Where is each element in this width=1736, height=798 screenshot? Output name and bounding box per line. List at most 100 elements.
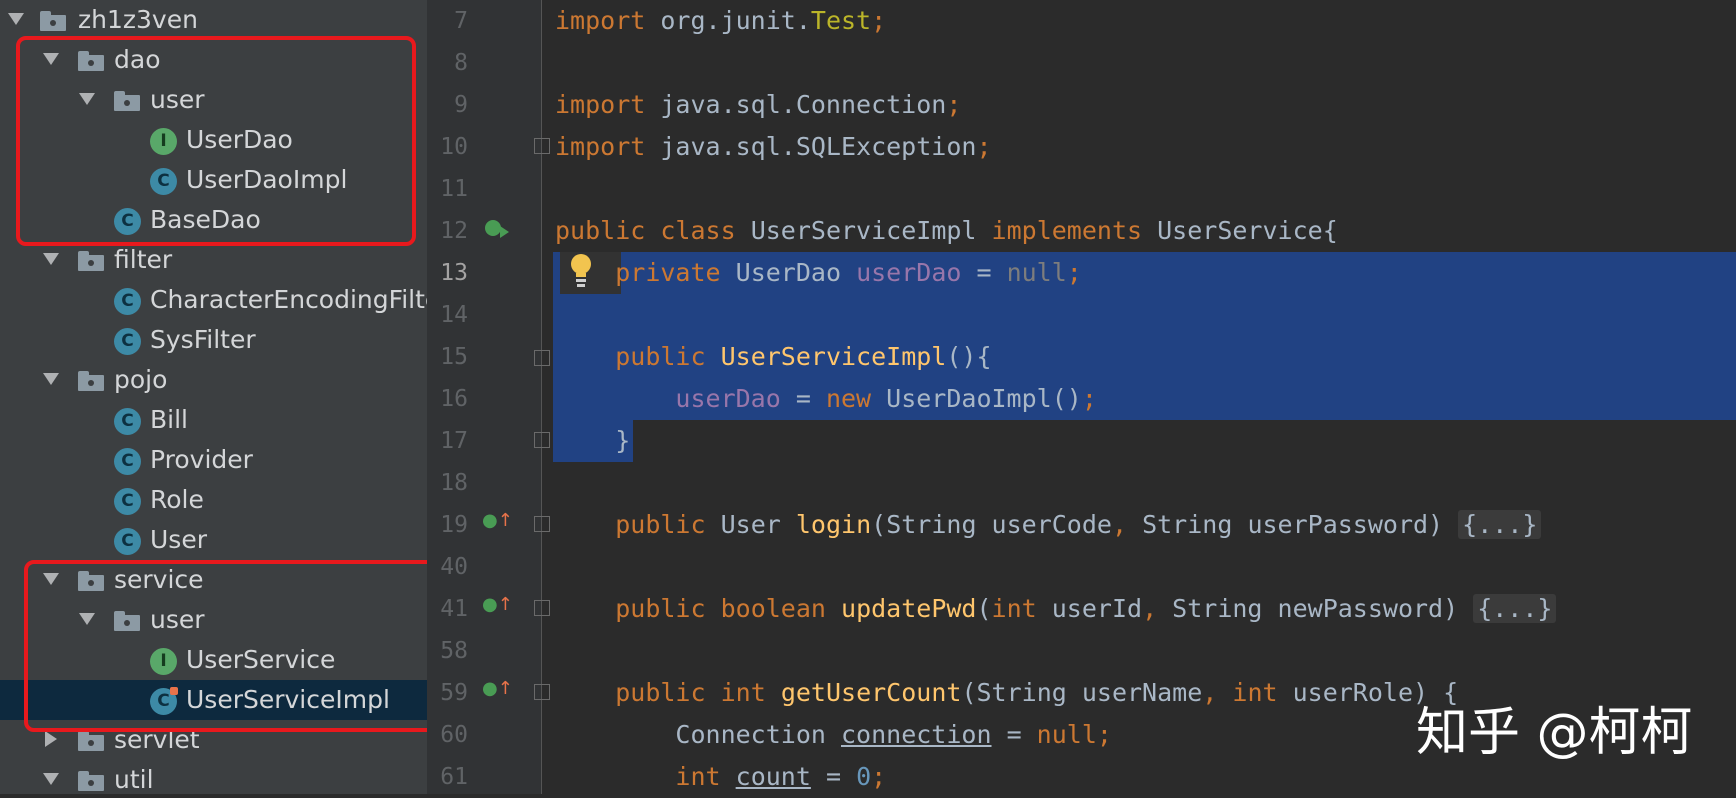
run-class-icon[interactable] (484, 218, 510, 244)
code-semicolon: ; (871, 6, 887, 35)
tree-item-label: filter (114, 245, 173, 274)
fold-marker-icon[interactable] (534, 432, 550, 448)
code-text: (String userCode (871, 510, 1112, 539)
code-line-15[interactable]: public UserServiceImpl(){ (555, 336, 991, 378)
tree-item-filter[interactable]: filter (0, 240, 427, 280)
code-text: ( (976, 594, 992, 623)
code-operator: = (780, 384, 826, 413)
tree-item-user-class[interactable]: C User (0, 520, 427, 560)
tree-item-label: pojo (114, 365, 168, 394)
code-keyword: private (615, 258, 721, 287)
folded-code-block[interactable]: {...} (1458, 510, 1542, 539)
package-folder-icon (40, 11, 66, 31)
implements-method-icon[interactable]: ●↑ (482, 594, 513, 615)
code-type: UserDao (735, 258, 841, 287)
code-line-19[interactable]: public User login(String userCode, Strin… (555, 504, 1542, 546)
class-icon: C (114, 448, 141, 475)
chevron-down-icon[interactable] (8, 13, 24, 25)
line-number: 60 (440, 722, 468, 748)
chevron-down-icon[interactable] (43, 373, 59, 385)
package-folder-icon (78, 251, 104, 271)
code-line-17[interactable]: } (555, 420, 630, 462)
code-keyword: import (555, 6, 646, 35)
code-text: UserDaoImpl() (871, 384, 1082, 413)
fold-marker-icon[interactable] (534, 350, 550, 366)
fold-marker-icon[interactable] (534, 138, 550, 154)
line-number: 59 (440, 680, 468, 706)
code-number: 0 (856, 762, 872, 791)
code-keyword: public (615, 342, 706, 371)
code-semicolon: ; (1066, 258, 1082, 287)
line-number: 15 (440, 344, 468, 370)
code-line-16[interactable]: userDao = new UserDaoImpl(); (555, 378, 1096, 420)
tree-item-util[interactable]: util (0, 760, 427, 794)
code-comma: , (1202, 678, 1218, 707)
tree-item-characterencodingfilter[interactable]: C CharacterEncodingFilter (0, 280, 427, 320)
highlight-box-dao (16, 36, 416, 246)
code-keyword: public (615, 678, 706, 707)
code-comma: , (1111, 510, 1128, 539)
implements-method-icon[interactable]: ●↑ (482, 510, 513, 531)
watermark-text: 知乎 @柯柯 (1416, 703, 1693, 763)
code-constructor: UserServiceImpl (720, 342, 947, 371)
code-keyword: int (991, 594, 1037, 623)
code-line-59[interactable]: public int getUserCount(String userName,… (555, 672, 1458, 714)
chevron-right-icon[interactable] (45, 731, 57, 747)
code-field: userDao (675, 384, 781, 413)
line-number: 19 (440, 512, 468, 538)
tree-item-pojo[interactable]: pojo (0, 360, 427, 400)
class-icon: C (114, 288, 141, 315)
code-line-7[interactable]: import org.junit.Test; (555, 0, 886, 42)
code-line-9[interactable]: import java.sql.Connection; (555, 84, 961, 126)
project-tree-panel: zh1z3ven dao user I UserDao C UserDaoImp… (0, 0, 427, 794)
code-type: User (720, 510, 781, 539)
code-keyword: class (660, 216, 736, 245)
fold-expand-icon[interactable] (534, 600, 550, 616)
code-keyword: new (825, 384, 872, 413)
chevron-down-icon[interactable] (43, 253, 59, 265)
code-type: Connection (675, 720, 826, 749)
code-field: userDao (856, 258, 962, 287)
code-keyword: public (615, 594, 706, 623)
line-number: 17 (440, 428, 468, 454)
code-line-61[interactable]: int count = 0; (555, 756, 886, 798)
code-line-10[interactable]: import java.sql.SQLException; (555, 126, 992, 168)
tree-item-bill[interactable]: C Bill (0, 400, 427, 440)
tree-item-label: zh1z3ven (78, 5, 198, 34)
line-number: 10 (440, 134, 468, 160)
code-class-name: UserServiceImpl (750, 216, 977, 245)
code-line-41[interactable]: public boolean updatePwd(int userId, Str… (555, 588, 1557, 630)
line-number: 12 (440, 218, 468, 244)
fold-marker-icon[interactable] (534, 684, 550, 700)
implements-method-icon[interactable]: ●↑ (482, 678, 513, 699)
code-interface-name: UserService{ (1157, 216, 1338, 245)
code-null: null (1036, 720, 1097, 749)
chevron-down-icon[interactable] (43, 773, 59, 785)
line-number: 16 (440, 386, 468, 412)
code-semicolon: ; (946, 90, 962, 119)
tree-item-label: CharacterEncodingFilter (150, 285, 427, 314)
tree-item-zh1z3ven[interactable]: zh1z3ven (0, 0, 427, 40)
code-variable: count (735, 762, 811, 791)
line-number: 11 (440, 176, 468, 202)
folded-code-block[interactable]: {...} (1473, 594, 1557, 623)
class-icon: C (114, 328, 141, 355)
tree-item-role[interactable]: C Role (0, 480, 427, 520)
line-number: 41 (440, 596, 468, 622)
code-method-name: updatePwd (841, 594, 977, 623)
code-keyword: int (720, 678, 766, 707)
package-folder-icon (78, 771, 104, 791)
code-keyword: public (555, 216, 646, 245)
code-keyword: int (675, 762, 721, 791)
fold-expand-icon[interactable] (534, 516, 550, 532)
tree-item-sysfilter[interactable]: C SysFilter (0, 320, 427, 360)
tree-item-provider[interactable]: C Provider (0, 440, 427, 480)
class-icon: C (114, 488, 141, 515)
code-operator: = (991, 720, 1037, 749)
code-method-name: getUserCount (780, 678, 962, 707)
code-line-12[interactable]: public class UserServiceImpl implements … (555, 210, 1338, 252)
code-null: null (1006, 258, 1067, 287)
code-line-60[interactable]: Connection connection = null; (555, 714, 1112, 756)
code-line-13[interactable]: private UserDao userDao = null; (555, 252, 1082, 294)
code-semicolon: ; (1096, 720, 1112, 749)
